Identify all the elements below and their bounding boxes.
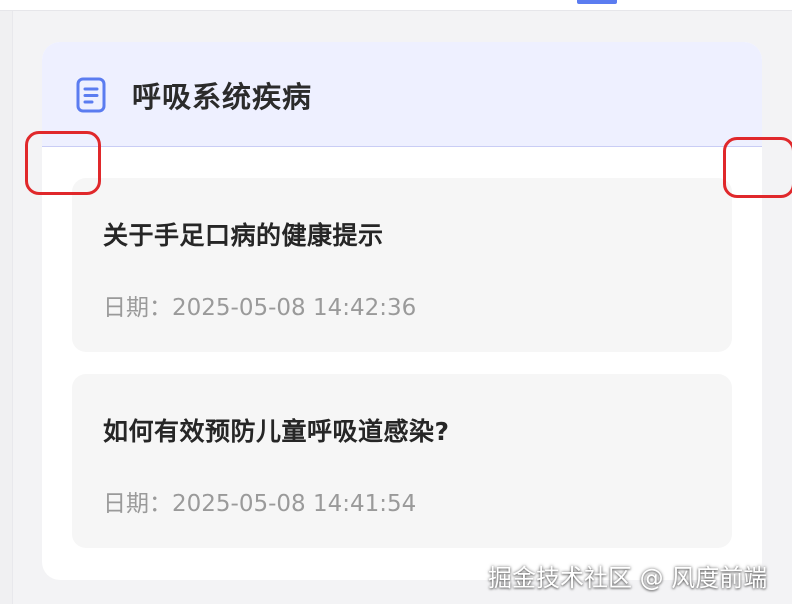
article-list: 关于手足口病的健康提示 日期：2025-05-08 14:42:36 如何有效预… — [72, 178, 732, 570]
article-date: 日期：2025-05-08 14:42:36 — [103, 295, 417, 321]
highlight-box-left — [25, 131, 101, 195]
article-date: 日期：2025-05-08 14:41:54 — [103, 491, 417, 517]
watermark: 掘金技术社区 @ 风度前端 — [488, 564, 768, 592]
article-title[interactable]: 关于手足口病的健康提示 — [103, 216, 384, 252]
article-title[interactable]: 如何有效预防儿童呼吸道感染? — [103, 412, 450, 448]
article-item[interactable]: 关于手足口病的健康提示 日期：2025-05-08 14:42:36 — [72, 178, 732, 352]
section-header: 呼吸系统疾病 — [42, 42, 762, 147]
active-tab-indicator — [577, 0, 617, 4]
article-item[interactable]: 如何有效预防儿童呼吸道感染? 日期：2025-05-08 14:41:54 — [72, 374, 732, 548]
section-card: 呼吸系统疾病 关于手足口病的健康提示 日期：2025-05-08 14:42:3… — [42, 42, 762, 580]
section-title: 呼吸系统疾病 — [132, 80, 313, 114]
left-rail — [0, 11, 13, 604]
highlight-box-right — [723, 137, 792, 198]
top-bar — [0, 0, 792, 11]
document-icon — [76, 77, 106, 113]
